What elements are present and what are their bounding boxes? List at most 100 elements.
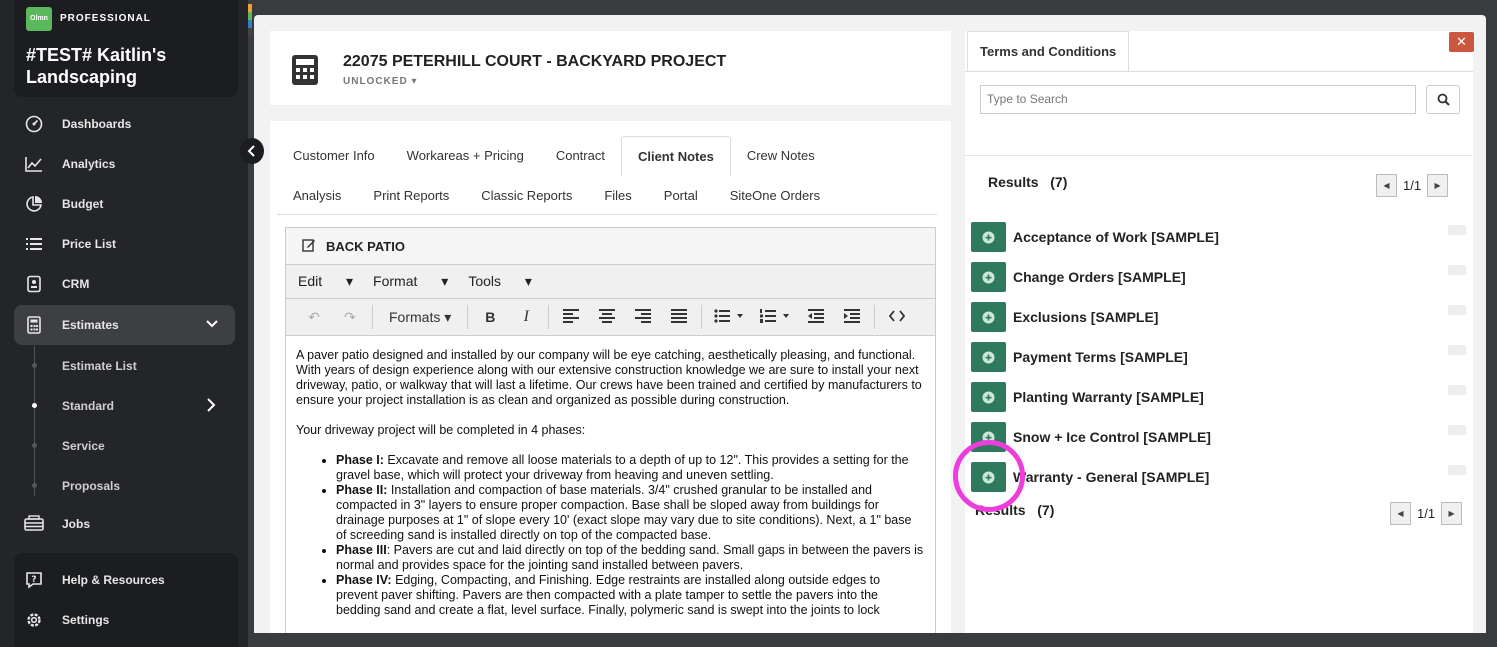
align-justify-icon[interactable]	[661, 308, 697, 326]
nav-analytics[interactable]: Analytics	[14, 144, 235, 184]
editor-content[interactable]: A paver patio designed and installed by …	[286, 336, 935, 630]
tab-contract[interactable]: Contract	[540, 136, 621, 176]
nav-settings[interactable]: Settings	[14, 600, 235, 640]
pie-chart-icon	[24, 194, 44, 214]
tab-siteone-orders[interactable]: SiteOne Orders	[714, 176, 836, 216]
editor-toolbar: ↶ ↷ Formats ▾ B I	[286, 299, 935, 336]
bullet-list-icon[interactable]	[706, 308, 752, 326]
tab-print-reports[interactable]: Print Reports	[357, 176, 465, 216]
term-toggle[interactable]	[1448, 305, 1466, 315]
tab-workareas-pricing[interactable]: Workareas + Pricing	[391, 136, 540, 176]
sidebar-collapse-button[interactable]	[240, 138, 264, 164]
subnav-proposals[interactable]: Proposals	[62, 479, 120, 493]
term-toggle[interactable]	[1448, 385, 1466, 395]
search-button[interactable]	[1426, 85, 1460, 114]
next-page-button[interactable]: ▶	[1427, 174, 1449, 197]
close-panel-button[interactable]: ✕	[1449, 32, 1474, 52]
list-item: Acceptance of Work [SAMPLE]	[971, 221, 1466, 253]
tab-analysis[interactable]: Analysis	[277, 176, 357, 216]
term-name: Planting Warranty [SAMPLE]	[1013, 389, 1204, 405]
project-title: 22075 PETERHILL COURT - BACKYARD PROJECT	[343, 53, 727, 70]
results-count: (7)	[1050, 174, 1068, 190]
gear-icon	[24, 610, 44, 630]
menu-label: Tools	[468, 273, 501, 289]
subnav-dot	[32, 443, 37, 448]
subnav-estimate-list[interactable]: Estimate List	[62, 359, 137, 373]
nav-label: Help & Resources	[62, 573, 165, 587]
tabs-divider	[277, 214, 937, 215]
phase-text: : Pavers are cut and laid directly on to…	[336, 543, 924, 572]
tab-terms-and-conditions[interactable]: Terms and Conditions	[967, 31, 1130, 71]
tab-files[interactable]: Files	[588, 176, 647, 216]
menu-label: Format	[373, 273, 418, 289]
add-term-button[interactable]	[971, 222, 1006, 252]
menu-edit[interactable]: Edit ▾	[298, 273, 353, 290]
list-item: Snow + Ice Control [SAMPLE]	[971, 421, 1466, 453]
terms-search-input[interactable]: Type to Search	[980, 85, 1416, 114]
tab-customer-info[interactable]: Customer Info	[277, 136, 391, 176]
nav-dashboards[interactable]: Dashboards	[14, 104, 235, 144]
list-icon	[24, 234, 44, 254]
list-item: Phase II: Installation and compaction of…	[336, 483, 925, 543]
section-title: BACK PATIO	[326, 238, 405, 254]
term-toggle[interactable]	[1448, 345, 1466, 355]
company-name: #TEST# Kaitlin's Landscaping	[26, 45, 167, 87]
plus-circle-icon	[982, 311, 995, 323]
align-center-icon[interactable]	[589, 308, 625, 326]
tab-crew-notes[interactable]: Crew Notes	[731, 136, 831, 176]
content-card: Customer Info Workareas + Pricing Contra…	[270, 121, 951, 633]
menu-format[interactable]: Format ▾	[373, 273, 448, 290]
formats-dropdown[interactable]: Formats ▾	[377, 309, 463, 326]
subnav-service[interactable]: Service	[62, 439, 105, 453]
term-toggle[interactable]	[1448, 465, 1466, 475]
nav-jobs[interactable]: Jobs	[14, 504, 235, 544]
add-term-button[interactable]	[971, 262, 1006, 292]
notes-editor: BACK PATIO Edit ▾ Format ▾ Tools ▾ ↶ ↷ F…	[285, 227, 936, 633]
indent-icon[interactable]	[834, 308, 870, 326]
term-toggle[interactable]	[1448, 265, 1466, 275]
pager-top: ◀ 1/1 ▶	[1376, 174, 1449, 197]
prev-page-button[interactable]: ◀	[1390, 502, 1411, 525]
nav-budget[interactable]: Budget	[14, 184, 235, 224]
phase-label: Phase I:	[336, 453, 384, 467]
lock-status-label: UNLOCKED	[343, 76, 408, 87]
next-page-button[interactable]: ▶	[1441, 502, 1463, 525]
outdent-icon[interactable]	[798, 308, 834, 326]
term-toggle[interactable]	[1448, 225, 1466, 235]
source-code-icon[interactable]	[879, 309, 915, 325]
nav-help[interactable]: ? Help & Resources	[14, 560, 235, 600]
prev-page-button[interactable]: ◀	[1376, 174, 1397, 197]
align-left-icon[interactable]	[553, 308, 589, 326]
add-term-button[interactable]	[971, 382, 1006, 412]
add-term-button[interactable]	[971, 302, 1006, 332]
nav-crm[interactable]: CRM	[14, 264, 235, 304]
plus-circle-icon	[982, 271, 995, 283]
subnav-standard[interactable]: Standard	[62, 399, 114, 413]
term-toggle[interactable]	[1448, 425, 1466, 435]
phase-label: Phase II:	[336, 483, 388, 497]
redo-icon[interactable]: ↷	[332, 309, 368, 326]
lock-status-dropdown[interactable]: UNLOCKED ▾	[343, 76, 417, 87]
phase-label: Phase IV:	[336, 573, 392, 587]
page-indicator: 1/1	[1417, 506, 1436, 521]
chevron-down-icon	[205, 317, 219, 334]
numbered-list-icon[interactable]	[752, 308, 798, 326]
add-term-button[interactable]	[971, 342, 1006, 372]
line-chart-icon	[24, 154, 44, 174]
italic-icon[interactable]: I	[508, 308, 544, 326]
nav-estimates[interactable]: Estimates	[14, 305, 235, 345]
tab-classic-reports[interactable]: Classic Reports	[465, 176, 588, 216]
tab-portal[interactable]: Portal	[648, 176, 714, 216]
bold-icon[interactable]: B	[472, 309, 508, 325]
nav-price-list[interactable]: Price List	[14, 224, 235, 264]
align-right-icon[interactable]	[625, 308, 661, 326]
nav-label: Jobs	[62, 517, 91, 531]
tab-client-notes[interactable]: Client Notes	[620, 136, 731, 176]
term-name: Payment Terms [SAMPLE]	[1013, 349, 1188, 365]
menu-tools[interactable]: Tools ▾	[468, 273, 532, 290]
term-name: Acceptance of Work [SAMPLE]	[1013, 229, 1219, 245]
chevron-right-icon[interactable]	[205, 397, 217, 418]
brand-logo: Olmn	[26, 7, 52, 31]
undo-icon[interactable]: ↶	[296, 309, 332, 326]
toolbar-separator	[874, 305, 876, 329]
